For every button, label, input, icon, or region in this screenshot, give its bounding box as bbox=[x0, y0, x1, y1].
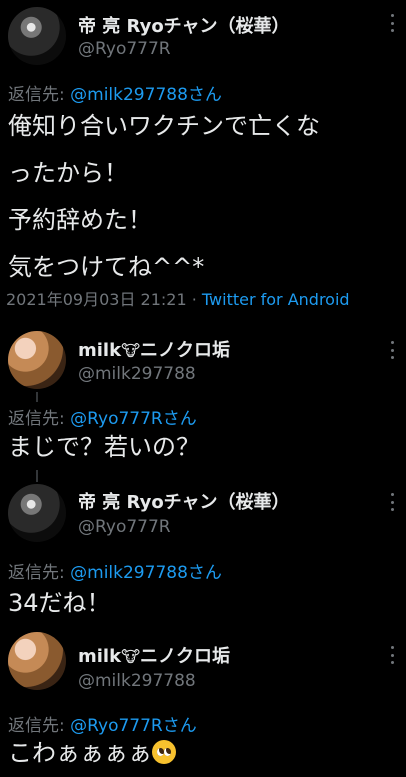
username[interactable]: @milk297788 bbox=[78, 671, 196, 691]
username[interactable]: @Ryo777R bbox=[78, 517, 171, 537]
avatar[interactable] bbox=[8, 331, 66, 389]
timestamp[interactable]: 2021年09月03日 21:21 bbox=[6, 290, 187, 309]
reply-context: 返信先: @milk297788さん bbox=[8, 85, 222, 105]
display-name[interactable]: 帝 亮 Ryoチャン（桜華） bbox=[78, 12, 290, 38]
tweet-text: まじで？若いの？ bbox=[8, 433, 200, 461]
more-options-icon[interactable] bbox=[390, 14, 394, 32]
tweet-text: 俺知り合いワクチンで亡くな ったから！ 予約辞めた！ 気をつけてね^^* bbox=[8, 112, 320, 281]
thread-line bbox=[36, 392, 38, 402]
avatar[interactable] bbox=[8, 484, 66, 542]
pleading-face-icon bbox=[152, 740, 176, 764]
mention-link[interactable]: @milk297788さん bbox=[70, 85, 222, 105]
cow-face-icon: 🐮 bbox=[121, 341, 141, 360]
tweet-4[interactable]: milk🐮ニノクロ垢 @milk297788 返信先: @Ryo777Rさん こ… bbox=[0, 625, 406, 775]
tweet-text: こわぁぁぁぁ bbox=[8, 730, 398, 777]
cow-face-icon: 🐮 bbox=[121, 647, 141, 666]
more-options-icon[interactable] bbox=[390, 493, 394, 511]
display-name[interactable]: milk🐮ニノクロ垢 bbox=[78, 642, 230, 668]
more-options-icon[interactable] bbox=[390, 646, 394, 664]
tweet-2[interactable]: milk🐮ニノクロ垢 @milk297788 返信先: @Ryo777Rさん ま… bbox=[0, 320, 406, 470]
tweet-meta: 2021年09月03日 21:21 · Twitter for Android bbox=[6, 290, 350, 309]
tweet-1[interactable]: 帝 亮 Ryoチャン（桜華） @Ryo777R 返信先: @milk297788… bbox=[0, 0, 406, 320]
tweet-3[interactable]: 帝 亮 Ryoチャン（桜華） @Ryo777R 返信先: @milk297788… bbox=[0, 470, 406, 620]
more-options-icon[interactable] bbox=[390, 341, 394, 359]
thread-line bbox=[36, 470, 38, 482]
source-link[interactable]: Twitter for Android bbox=[202, 290, 350, 309]
display-name[interactable]: 帝 亮 Ryoチャン（桜華） bbox=[78, 488, 290, 514]
display-name[interactable]: milk🐮ニノクロ垢 bbox=[78, 336, 230, 362]
avatar[interactable] bbox=[8, 7, 66, 65]
tweet-text: 34だね！ bbox=[8, 589, 111, 617]
avatar[interactable] bbox=[8, 632, 66, 690]
username[interactable]: @Ryo777R bbox=[78, 39, 171, 59]
username[interactable]: @milk297788 bbox=[78, 364, 196, 384]
